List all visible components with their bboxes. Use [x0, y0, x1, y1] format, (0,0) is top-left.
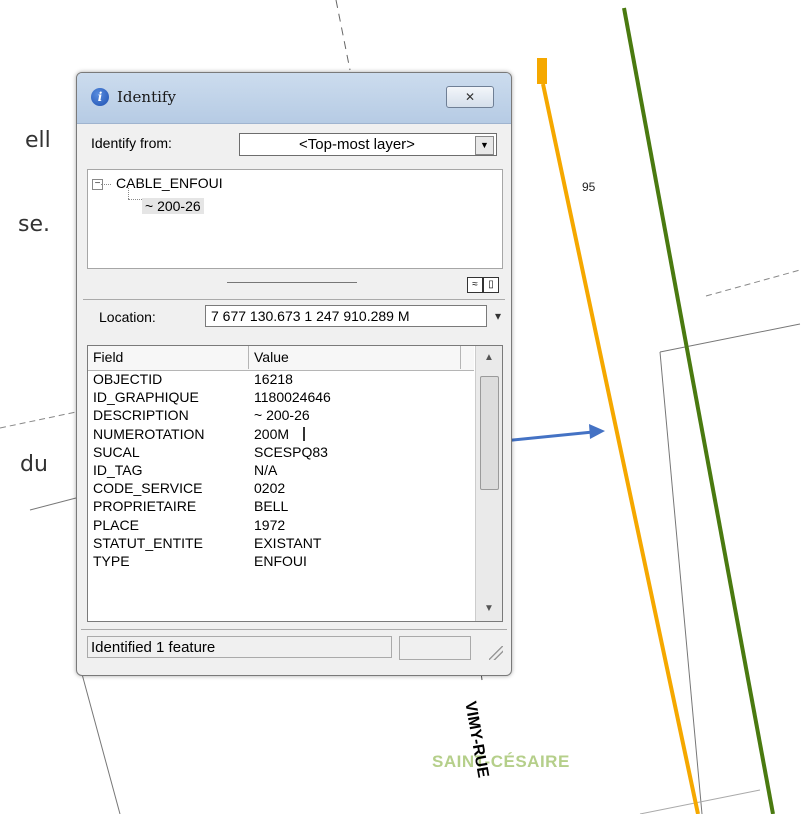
town-label: SAINT-CÉSAIRE	[432, 752, 570, 771]
field-cell: PLACE	[93, 516, 139, 533]
location-label: Location:	[99, 309, 156, 325]
status-bar: Identified 1 feature	[81, 629, 507, 662]
table-row[interactable]: ID_TAG N/A	[88, 461, 474, 479]
table-row[interactable]: NUMEROTATION 200M	[88, 425, 474, 443]
table-row[interactable]: CODE_SERVICE 0202	[88, 479, 474, 497]
identify-from-dropdown[interactable]: <Top-most layer> ▼	[239, 133, 497, 156]
value-cell[interactable]: ENFOUI	[254, 552, 307, 570]
text-fragment: du	[20, 452, 48, 477]
tree-node-feature[interactable]: ~ 200-26	[142, 198, 204, 214]
table-row[interactable]: SUCAL SCESPQ83	[88, 443, 474, 461]
dashed-boundary	[0, 411, 77, 429]
identify-window[interactable]: i Identify ✕ Identify from: <Top-most la…	[76, 72, 512, 676]
location-menu-icon[interactable]: ▾	[495, 309, 501, 323]
layout-icon[interactable]: ▯	[483, 277, 499, 293]
expand-all-icon[interactable]: ≈	[467, 277, 483, 293]
orange-cable-line[interactable]	[541, 83, 700, 814]
parcel-outline	[659, 351, 703, 814]
scroll-down-icon[interactable]: ▼	[476, 597, 502, 621]
field-cell: SUCAL	[93, 443, 140, 460]
text-fragment: ell	[25, 128, 51, 153]
parcel-outline	[659, 323, 801, 353]
table-row[interactable]: PLACE 1972	[88, 516, 474, 534]
text-fragment: se.	[18, 212, 50, 237]
field-cell: PROPRIETAIRE	[93, 498, 197, 515]
value-cell[interactable]: 200M	[254, 425, 289, 443]
field-cell: ID_TAG	[93, 461, 143, 478]
identify-from-label: Identify from:	[91, 135, 172, 151]
parcel-outline	[81, 673, 121, 814]
location-field[interactable]: 7 677 130.673 1 247 910.289 M	[205, 305, 487, 327]
grid-rows: OBJECTID 16218 ID_GRAPHIQUE 1180024646 DES…	[88, 370, 474, 570]
identify-from-value: <Top-most layer>	[299, 136, 415, 153]
dashed-boundary	[335, 0, 351, 71]
map-number-label: 95	[582, 180, 596, 194]
table-row[interactable]: PROPRIETAIRE BELL	[88, 497, 474, 515]
table-row[interactable]: DESCRIPTION ~ 200-26	[88, 406, 474, 424]
parcel-outline	[29, 497, 77, 511]
divider	[83, 299, 505, 300]
text-cursor	[303, 426, 305, 441]
value-cell[interactable]: ~ 200-26	[254, 406, 310, 424]
value-cell[interactable]: 16218	[254, 370, 293, 388]
table-row[interactable]: TYPE ENFOUI	[88, 552, 474, 570]
tree-connector	[128, 188, 129, 199]
info-icon: i	[91, 88, 109, 106]
chevron-down-icon[interactable]: ▼	[475, 136, 494, 155]
scroll-thumb[interactable]	[480, 376, 499, 490]
arrow-head-right	[589, 424, 605, 439]
tree-node-layer[interactable]: CABLE_ENFOUI	[116, 175, 223, 191]
field-cell: DESCRIPTION	[93, 407, 189, 424]
column-header-value[interactable]: Value	[249, 346, 461, 369]
value-cell[interactable]: 1972	[254, 516, 285, 534]
window-title: Identify	[117, 88, 176, 106]
orange-cable-endpoint[interactable]	[537, 58, 547, 84]
table-row[interactable]: STATUT_ENTITE EXISTANT	[88, 534, 474, 552]
field-cell: NUMEROTATION	[93, 425, 205, 442]
value-cell[interactable]: BELL	[254, 497, 288, 515]
field-cell: ID_GRAPHIQUE	[93, 389, 199, 406]
table-row[interactable]: OBJECTID 16218	[88, 370, 474, 388]
value-cell[interactable]: SCESPQ83	[254, 443, 328, 461]
status-pane	[399, 636, 471, 660]
panel-splitter[interactable]: ≈ ▯	[87, 271, 503, 297]
table-row[interactable]: ID_GRAPHIQUE 1180024646	[88, 388, 474, 406]
value-cell[interactable]: 1180024646	[254, 388, 331, 406]
results-tree[interactable]: − CABLE_ENFOUI ~ 200-26	[87, 169, 503, 269]
value-cell[interactable]: N/A	[254, 461, 277, 479]
value-cell[interactable]: 0202	[254, 479, 285, 497]
title-bar[interactable]: i Identify ✕	[77, 73, 511, 124]
tree-connector	[128, 199, 142, 200]
tree-connector	[101, 184, 111, 185]
value-cell[interactable]: EXISTANT	[254, 534, 321, 552]
field-cell: STATUT_ENTITE	[93, 534, 203, 551]
column-header-field[interactable]: Field	[88, 346, 249, 369]
scroll-up-icon[interactable]: ▲	[476, 346, 502, 370]
close-button[interactable]: ✕	[446, 86, 494, 108]
attribute-grid[interactable]: Field Value OBJECTID 16218 ID_GRAPHIQUE 11…	[87, 345, 503, 622]
vertical-scrollbar[interactable]: ▲ ▼	[475, 346, 502, 621]
status-text: Identified 1 feature	[87, 636, 392, 658]
field-cell: OBJECTID	[93, 371, 163, 387]
field-cell: CODE_SERVICE	[93, 480, 203, 497]
splitter-line	[227, 282, 357, 283]
grid-header: Field Value	[88, 346, 474, 371]
field-cell: TYPE	[93, 552, 130, 569]
green-cable-line[interactable]	[622, 7, 775, 814]
resize-grip-icon[interactable]	[489, 646, 503, 660]
dashed-boundary	[705, 269, 801, 297]
